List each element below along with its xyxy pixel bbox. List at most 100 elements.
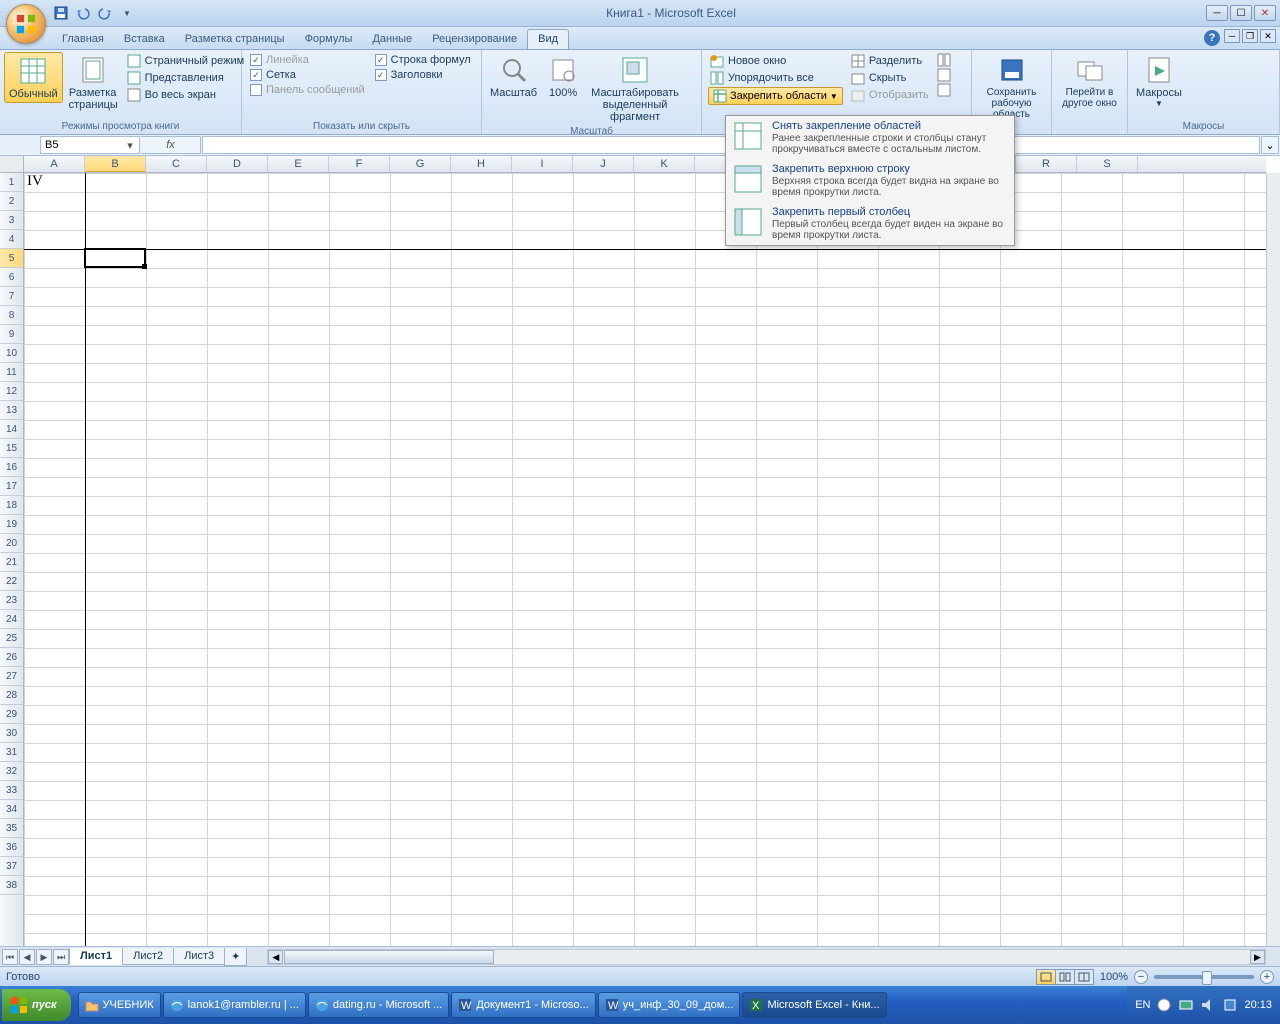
maximize-button[interactable]: ☐ <box>1230 5 1252 21</box>
row-header-4[interactable]: 4 <box>0 230 23 249</box>
split-button[interactable]: Разделить <box>849 53 931 69</box>
sheet-tab-1[interactable]: Лист1 <box>69 948 123 965</box>
row-header-33[interactable]: 33 <box>0 781 23 800</box>
headings-checkbox[interactable]: ✓Заголовки <box>373 68 473 82</box>
page-layout-button[interactable]: Разметка страницы <box>65 52 121 113</box>
row-header-9[interactable]: 9 <box>0 325 23 344</box>
row-header-15[interactable]: 15 <box>0 439 23 458</box>
row-header-37[interactable]: 37 <box>0 857 23 876</box>
tab-home[interactable]: Главная <box>52 30 114 49</box>
fx-icon[interactable]: fx <box>166 139 175 151</box>
freeze-first-col-item[interactable]: Закрепить первый столбецПервый столбец в… <box>726 202 1014 245</box>
tab-layout[interactable]: Разметка страницы <box>175 30 295 49</box>
col-header-k[interactable]: K <box>634 156 695 172</box>
zoom-level[interactable]: 100% <box>1100 971 1128 983</box>
sheet-nav-prev[interactable]: ◀ <box>19 949 35 965</box>
tab-view[interactable]: Вид <box>527 29 569 49</box>
tray-volume-icon[interactable] <box>1200 997 1216 1013</box>
row-header-7[interactable]: 7 <box>0 287 23 306</box>
row-header-29[interactable]: 29 <box>0 705 23 724</box>
sheet-nav-first[interactable]: ⏮ <box>2 949 18 965</box>
row-header-13[interactable]: 13 <box>0 401 23 420</box>
row-header-24[interactable]: 24 <box>0 610 23 629</box>
row-header-10[interactable]: 10 <box>0 344 23 363</box>
taskbar-item-1[interactable]: УЧЕБНИК <box>78 992 161 1018</box>
clock[interactable]: 20:13 <box>1244 999 1272 1011</box>
row-header-26[interactable]: 26 <box>0 648 23 667</box>
row-header-3[interactable]: 3 <box>0 211 23 230</box>
taskbar-item-5[interactable]: Wуч_инф_30_09_дом... <box>598 992 741 1018</box>
hscroll-right-icon[interactable]: ▶ <box>1250 950 1265 964</box>
row-header-11[interactable]: 11 <box>0 363 23 382</box>
row-header-28[interactable]: 28 <box>0 686 23 705</box>
cells-area[interactable]: IV <box>24 173 1266 946</box>
help-icon[interactable]: ? <box>1204 30 1220 46</box>
vertical-scrollbar[interactable] <box>1266 173 1280 946</box>
freeze-panes-button[interactable]: Закрепить области▼ <box>708 87 843 105</box>
row-header-17[interactable]: 17 <box>0 477 23 496</box>
zoom-out-button[interactable]: − <box>1134 970 1148 984</box>
qat-redo-icon[interactable] <box>96 4 114 22</box>
start-button[interactable]: пуск <box>2 989 71 1021</box>
qat-save-icon[interactable] <box>52 4 70 22</box>
select-all-button[interactable] <box>0 156 24 173</box>
page-break-button[interactable]: Страничный режим <box>125 53 247 69</box>
col-header-e[interactable]: E <box>268 156 329 172</box>
row-header-2[interactable]: 2 <box>0 192 23 211</box>
col-header-b[interactable]: B <box>85 156 146 172</box>
zoom-100-button[interactable]: 100% <box>543 52 583 101</box>
switch-window-button[interactable]: Перейти в другое окно <box>1056 52 1123 111</box>
row-header-36[interactable]: 36 <box>0 838 23 857</box>
name-box[interactable]: ▾ <box>40 136 140 154</box>
row-header-5[interactable]: 5 <box>0 249 23 268</box>
col-header-r[interactable]: R <box>1016 156 1077 172</box>
name-box-dropdown-icon[interactable]: ▾ <box>123 139 137 152</box>
close-button[interactable]: ✕ <box>1254 5 1276 21</box>
name-box-input[interactable] <box>45 139 105 151</box>
hscroll-thumb[interactable] <box>284 950 494 964</box>
sheet-nav-last[interactable]: ⏭ <box>53 949 69 965</box>
wb-minimize-button[interactable]: ─ <box>1224 29 1240 43</box>
tab-data[interactable]: Данные <box>362 30 422 49</box>
wb-restore-button[interactable]: ❐ <box>1242 29 1258 43</box>
col-header-f[interactable]: F <box>329 156 390 172</box>
tray-icon-2[interactable] <box>1178 997 1194 1013</box>
row-header-20[interactable]: 20 <box>0 534 23 553</box>
minimize-button[interactable]: ─ <box>1206 5 1228 21</box>
formula-bar-expand-icon[interactable]: ⌄ <box>1261 136 1279 154</box>
hscroll-left-icon[interactable]: ◀ <box>268 950 283 964</box>
zoom-button[interactable]: Масштаб <box>486 52 541 101</box>
tray-icon-4[interactable] <box>1222 997 1238 1013</box>
freeze-top-row-item[interactable]: Закрепить верхнюю строкуВерхняя строка в… <box>726 159 1014 202</box>
qat-undo-icon[interactable] <box>74 4 92 22</box>
sheet-tab-2[interactable]: Лист2 <box>122 948 174 965</box>
row-header-34[interactable]: 34 <box>0 800 23 819</box>
custom-views-button[interactable]: Представления <box>125 70 247 86</box>
row-header-32[interactable]: 32 <box>0 762 23 781</box>
horizontal-scrollbar[interactable]: ◀ ▶ <box>267 949 1266 965</box>
col-header-s[interactable]: S <box>1077 156 1138 172</box>
row-header-38[interactable]: 38 <box>0 876 23 895</box>
zoom-selection-button[interactable]: Масштабировать выделенный фрагмент <box>585 52 685 125</box>
row-header-8[interactable]: 8 <box>0 306 23 325</box>
hide-button[interactable]: Скрыть <box>849 70 931 86</box>
row-header-22[interactable]: 22 <box>0 572 23 591</box>
tab-review[interactable]: Рецензирование <box>422 30 527 49</box>
normal-view-button[interactable]: Обычный <box>4 52 63 103</box>
page-layout-shortcut[interactable] <box>1055 969 1075 985</box>
row-header-23[interactable]: 23 <box>0 591 23 610</box>
new-sheet-button[interactable]: ✦ <box>224 948 247 966</box>
zoom-slider[interactable] <box>1154 975 1254 979</box>
col-header-a[interactable]: A <box>24 156 85 172</box>
arrange-button[interactable]: Упорядочить все <box>708 70 843 86</box>
tray-icon-1[interactable] <box>1156 997 1172 1013</box>
tab-formulas[interactable]: Формулы <box>295 30 363 49</box>
full-screen-button[interactable]: Во весь экран <box>125 87 247 103</box>
gridlines-checkbox[interactable]: ✓Сетка <box>248 68 367 82</box>
col-header-d[interactable]: D <box>207 156 268 172</box>
save-workspace-button[interactable]: Сохранить рабочую область <box>976 52 1047 122</box>
row-header-12[interactable]: 12 <box>0 382 23 401</box>
row-header-14[interactable]: 14 <box>0 420 23 439</box>
language-indicator[interactable]: EN <box>1135 999 1150 1011</box>
row-header-1[interactable]: 1 <box>0 173 23 192</box>
